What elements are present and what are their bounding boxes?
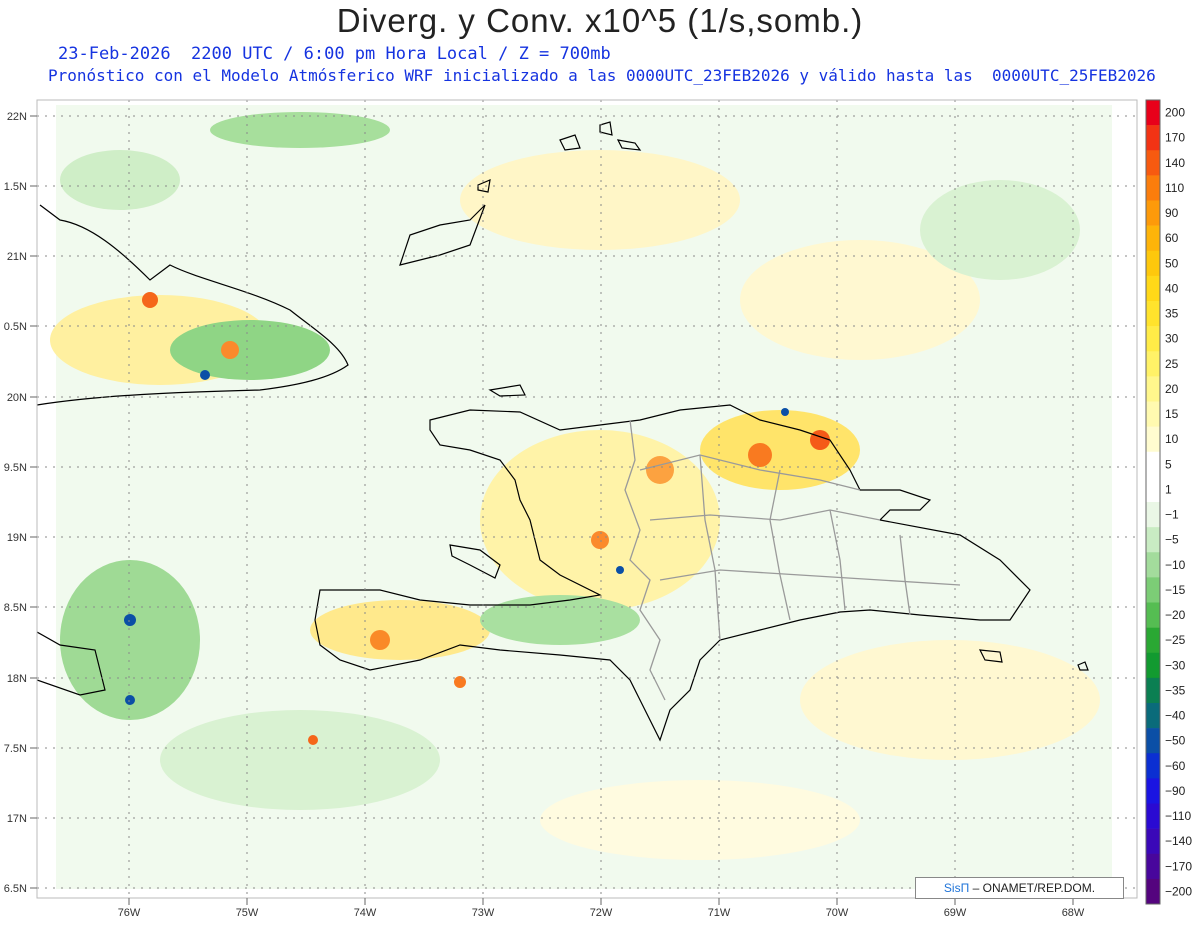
lon-label: 70W <box>826 907 849 919</box>
colorbar-label: 1 <box>1165 482 1172 496</box>
colorbar-label: −15 <box>1165 583 1186 597</box>
colorbar-swatch <box>1146 275 1160 302</box>
lon-label: 72W <box>590 907 613 919</box>
colorbar-label: −140 <box>1165 834 1192 848</box>
colorbar-swatch <box>1146 552 1160 578</box>
colorbar-label: 20 <box>1165 382 1179 396</box>
colorbar-swatch <box>1146 527 1160 553</box>
lat-label: 0.5N <box>4 321 27 333</box>
colorbar-label: −20 <box>1165 608 1186 622</box>
lat-label: 21N <box>7 251 27 263</box>
colorbar-swatch <box>1146 426 1160 453</box>
colorbar-swatch <box>1146 351 1160 377</box>
colorbar-label: −60 <box>1165 759 1186 773</box>
colorbar-swatch <box>1146 677 1160 704</box>
colorbar-swatch <box>1146 577 1160 603</box>
colorbar-label: −25 <box>1165 633 1186 647</box>
colorbar-label: −170 <box>1165 859 1192 873</box>
colorbar-swatch <box>1146 828 1160 855</box>
colorbar-label: −40 <box>1165 709 1186 723</box>
lat-label: 1.5N <box>4 181 27 193</box>
lat-label: 6.5N <box>4 883 27 895</box>
colorbar-swatch <box>1146 652 1160 679</box>
colorbar-swatch <box>1146 326 1160 352</box>
colorbar-label: 10 <box>1165 432 1179 446</box>
colorbar: 200 170 140 110 90 60 50 40 35 30 25 20 15 10 5 1 −1 −5 −1… <box>1145 99 1192 905</box>
colorbar-label: 140 <box>1165 156 1185 170</box>
lat-label: 9.5N <box>4 462 27 474</box>
lat-label: 18N <box>7 673 27 685</box>
lat-label: 20N <box>7 392 27 404</box>
lat-label: 22N <box>7 111 27 123</box>
lat-label: 7.5N <box>4 743 27 755</box>
colorbar-label: 60 <box>1165 231 1179 245</box>
lon-label: 68W <box>1062 907 1085 919</box>
lat-label: 8.5N <box>4 602 27 614</box>
colorbar-swatch <box>1146 100 1160 126</box>
colorbar-label: 5 <box>1165 457 1172 471</box>
colorbar-label: −90 <box>1165 784 1186 798</box>
lon-label: 73W <box>472 907 495 919</box>
colorbar-swatch <box>1146 803 1160 829</box>
colorbar-swatch <box>1146 627 1160 654</box>
colorbar-label: −200 <box>1165 884 1192 898</box>
sispi-logo: SisΠ <box>943 881 970 895</box>
lat-ticks <box>30 115 37 889</box>
colorbar-swatch <box>1146 602 1160 628</box>
lon-ticks <box>128 898 1074 905</box>
lon-label: 69W <box>944 907 967 919</box>
colorbar-swatch <box>1146 401 1160 427</box>
colorbar-swatch <box>1146 301 1160 327</box>
colorbar-label: −35 <box>1165 683 1186 697</box>
lat-label: 19N <box>7 532 27 544</box>
colorbar-label: −5 <box>1165 533 1179 547</box>
colorbar-swatch <box>1146 451 1160 478</box>
credit-box: SisΠ – ONAMET/REP.DOM. <box>915 877 1124 899</box>
colorbar-label: 90 <box>1165 206 1179 220</box>
colorbar-label: 110 <box>1165 181 1184 195</box>
colorbar-label: 25 <box>1165 357 1179 371</box>
colorbar-swatch <box>1146 376 1160 402</box>
colorbar-swatch <box>1146 728 1160 754</box>
colorbar-label: 40 <box>1165 281 1179 295</box>
latitude-axis: 22N 1.5N 21N 0.5N 20N 9.5N 19N 8.5N 18N … <box>4 111 27 895</box>
colorbar-label: 200 <box>1165 106 1185 120</box>
lon-label: 75W <box>236 907 259 919</box>
colorbar-swatch <box>1146 225 1160 252</box>
colorbar-label: −1 <box>1165 508 1179 522</box>
colorbar-label: −30 <box>1165 658 1186 672</box>
colorbar-swatch <box>1146 853 1160 880</box>
colorbar-label: 15 <box>1165 407 1179 421</box>
credit-text: – ONAMET/REP.DOM. <box>972 881 1096 895</box>
colorbar-label: 30 <box>1165 332 1179 346</box>
colorbar-label: 35 <box>1165 307 1179 321</box>
colorbar-swatch <box>1146 150 1160 176</box>
lon-label: 74W <box>354 907 377 919</box>
map-figure: 22N 1.5N 21N 0.5N 20N 9.5N 19N 8.5N 18N … <box>4 99 1192 919</box>
longitude-axis: 76W 75W 74W 73W 72W 71W 70W 69W 68W <box>118 907 1085 919</box>
colorbar-swatch <box>1146 502 1160 528</box>
lat-label: 17N <box>7 813 27 825</box>
colorbar-label: 170 <box>1165 131 1185 145</box>
lon-label: 76W <box>118 907 141 919</box>
colorbar-swatch <box>1146 125 1160 151</box>
colorbar-swatch <box>1146 250 1160 277</box>
map-panel <box>37 100 1137 898</box>
colorbar-swatch <box>1146 878 1160 905</box>
colorbar-label: −10 <box>1165 558 1186 572</box>
colorbar-swatch <box>1146 778 1160 804</box>
lon-label: 71W <box>708 907 731 919</box>
colorbar-swatch <box>1146 703 1160 729</box>
colorbar-label: −50 <box>1165 734 1186 748</box>
colorbar-label: 50 <box>1165 256 1179 270</box>
colorbar-swatch <box>1146 753 1160 779</box>
colorbar-swatch <box>1146 476 1160 503</box>
colorbar-swatch <box>1146 200 1160 226</box>
colorbar-label: −110 <box>1165 809 1191 823</box>
colorbar-swatch <box>1146 175 1160 201</box>
